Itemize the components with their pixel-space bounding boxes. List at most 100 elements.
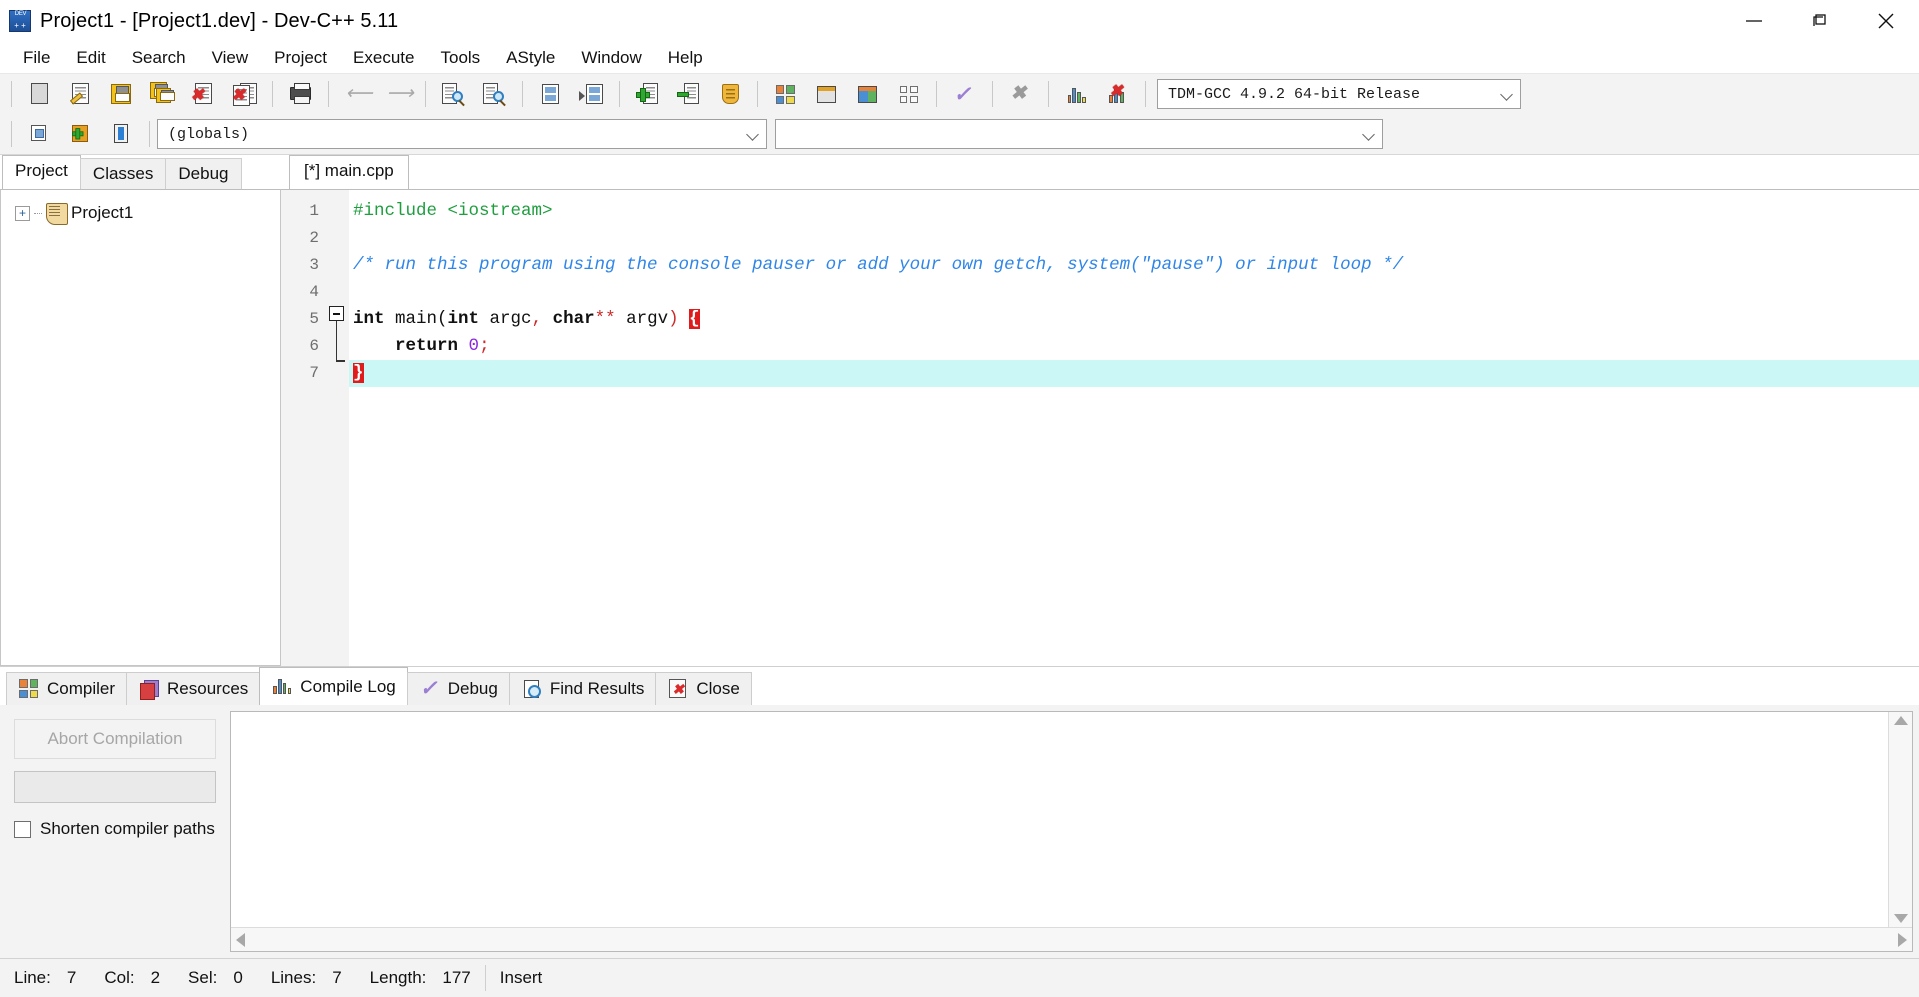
minimize-icon[interactable]: [1721, 0, 1787, 42]
compiler-select-value: TDM-GCC 4.9.2 64-bit Release: [1168, 86, 1500, 103]
menu-execute[interactable]: Execute: [340, 45, 427, 71]
find-icon[interactable]: [433, 77, 474, 111]
devcpp-icon: [9, 10, 31, 32]
new-variable-icon[interactable]: [101, 117, 142, 151]
code-token: ,: [532, 309, 543, 329]
save-icon[interactable]: [101, 77, 142, 111]
code-token: 0: [469, 336, 480, 356]
stop-execution-icon[interactable]: ✖: [1000, 77, 1041, 111]
goto-function-icon[interactable]: [571, 77, 612, 111]
profile-analysis-icon[interactable]: [1056, 77, 1097, 111]
log-horizontal-scrollbar[interactable]: [231, 927, 1912, 951]
close-file-icon[interactable]: ✖: [183, 77, 224, 111]
code-token: char: [553, 309, 595, 329]
code-content[interactable]: #include <iostream> /* run this program …: [349, 190, 1919, 666]
tab-resources[interactable]: Resources: [126, 672, 260, 705]
chevron-down-icon: [1500, 87, 1514, 101]
window-controls: [1721, 0, 1919, 42]
status-line: Line: 7: [0, 959, 90, 997]
menu-view[interactable]: View: [199, 45, 262, 71]
new-file-icon[interactable]: [19, 77, 60, 111]
project-tree[interactable]: + Project1: [0, 189, 281, 666]
shorten-paths-row[interactable]: Shorten compiler paths: [14, 819, 216, 839]
tab-main-cpp[interactable]: [*] main.cpp: [289, 155, 409, 189]
delete-profile-icon[interactable]: ✖: [1097, 77, 1138, 111]
save-all-icon[interactable]: [142, 77, 183, 111]
log-vertical-scrollbar[interactable]: [1888, 712, 1912, 927]
redo-icon[interactable]: ⟶: [377, 77, 418, 111]
code-token: argc: [479, 309, 532, 329]
project-options-icon[interactable]: [709, 77, 750, 111]
tab-compile-log[interactable]: Compile Log: [259, 667, 407, 705]
fold-collapse-icon[interactable]: [329, 306, 344, 321]
menu-astyle[interactable]: AStyle: [493, 45, 568, 71]
scroll-left-icon[interactable]: [236, 933, 245, 947]
expand-icon[interactable]: +: [15, 206, 30, 221]
print-icon[interactable]: [280, 77, 321, 111]
menu-help[interactable]: Help: [655, 45, 716, 71]
symbol-select[interactable]: [775, 119, 1383, 149]
bar-chart-icon: [271, 677, 293, 697]
compile-progress-bar: [14, 771, 216, 803]
scroll-right-icon[interactable]: [1898, 933, 1907, 947]
output-panel: Compiler Resources Compile Log ✓ Debug F…: [0, 666, 1919, 958]
restore-icon[interactable]: [1787, 0, 1853, 42]
syntax-check-icon[interactable]: ✓: [944, 77, 985, 111]
toolbar-divider: [936, 81, 937, 107]
scroll-up-icon[interactable]: [1894, 716, 1908, 725]
add-to-project-icon[interactable]: [627, 77, 668, 111]
new-class-icon[interactable]: [19, 117, 60, 151]
menu-project[interactable]: Project: [261, 45, 340, 71]
tab-label: Find Results: [550, 679, 644, 699]
compile-log-text[interactable]: [231, 712, 1888, 927]
remove-from-project-icon[interactable]: [668, 77, 709, 111]
matching-brace-highlight: {: [689, 309, 700, 329]
menu-file[interactable]: File: [10, 45, 63, 71]
scope-select[interactable]: (globals): [157, 119, 767, 149]
tree-node-project1[interactable]: + Project1: [1, 200, 280, 226]
run-icon[interactable]: [806, 77, 847, 111]
compile-icon[interactable]: [765, 77, 806, 111]
compile-run-icon[interactable]: [847, 77, 888, 111]
menu-window[interactable]: Window: [568, 45, 654, 71]
editor-surface[interactable]: 1 2 3 4 5 6 7 #include <iostream>: [281, 189, 1919, 666]
menu-edit[interactable]: Edit: [63, 45, 118, 71]
status-bar: Line: 7 Col: 2 Sel: 0 Lines: 7 Length: 1…: [0, 958, 1919, 997]
undo-icon[interactable]: ⟵: [336, 77, 377, 111]
toolbar-divider: [619, 81, 620, 107]
tab-compiler[interactable]: Compiler: [6, 672, 127, 705]
tab-project[interactable]: Project: [2, 155, 81, 189]
close-icon[interactable]: [1853, 0, 1919, 42]
code-token: int: [448, 309, 480, 329]
tab-classes[interactable]: Classes: [80, 158, 166, 189]
tab-close-panel[interactable]: Close: [655, 672, 751, 705]
shorten-paths-checkbox[interactable]: [14, 821, 31, 838]
menu-search[interactable]: Search: [119, 45, 199, 71]
chevron-down-icon: [1362, 127, 1376, 141]
open-file-icon[interactable]: [60, 77, 101, 111]
code-token: argv: [616, 309, 669, 329]
editor-panel: [*] main.cpp 1 2 3 4 5 6 7: [281, 155, 1919, 666]
tab-find-results[interactable]: Find Results: [509, 672, 656, 705]
compiler-select[interactable]: TDM-GCC 4.9.2 64-bit Release: [1157, 79, 1521, 109]
close-all-icon[interactable]: ✖: [224, 77, 265, 111]
tab-debug-output[interactable]: ✓ Debug: [407, 672, 510, 705]
scope-select-value: (globals): [168, 126, 746, 143]
status-col-value: 2: [151, 968, 160, 988]
rebuild-all-icon[interactable]: [888, 77, 929, 111]
code-line-current: }: [349, 360, 1919, 387]
line-number: 1: [281, 198, 319, 225]
main-area: Project Classes Debug + Project1 [*] mai…: [0, 155, 1919, 666]
goto-line-icon[interactable]: [530, 77, 571, 111]
replace-icon[interactable]: [474, 77, 515, 111]
status-lines: Lines: 7: [257, 959, 356, 997]
menu-tools[interactable]: Tools: [427, 45, 493, 71]
line-number: 2: [281, 225, 319, 252]
tab-debug[interactable]: Debug: [165, 158, 241, 189]
new-member-icon[interactable]: [60, 117, 101, 151]
toolbar-area: ✖ ✖ ⟵ ⟶ ✓ ✖: [0, 74, 1919, 155]
tab-label: Close: [696, 679, 739, 699]
status-sel-key: Sel:: [188, 968, 217, 988]
abort-compilation-button[interactable]: Abort Compilation: [14, 719, 216, 759]
scroll-down-icon[interactable]: [1894, 914, 1908, 923]
